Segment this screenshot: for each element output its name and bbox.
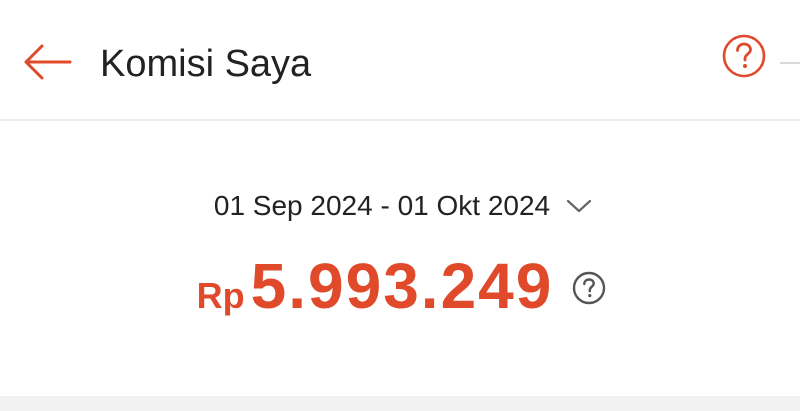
date-range-selector[interactable]: 01 Sep 2024 - 01 Okt 2024: [0, 186, 800, 226]
commission-amount: 5.993.249: [250, 250, 554, 322]
question-circle-icon: [722, 34, 766, 78]
commission-screen: Komisi Saya 01 Sep 2024 - 01 Okt 2024 Rp…: [0, 0, 800, 411]
commission-total: Rp 5.993.249: [0, 250, 800, 322]
currency-label: Rp: [196, 275, 245, 316]
chevron-down-icon: [564, 195, 594, 217]
page-title: Komisi Saya: [100, 43, 312, 85]
arrow-left-icon: [24, 44, 72, 80]
amount-info-button[interactable]: [571, 270, 607, 306]
top-app-bar: Komisi Saya: [0, 0, 800, 121]
question-circle-icon: [573, 271, 606, 305]
date-range-label: 01 Sep 2024 - 01 Okt 2024: [213, 190, 551, 221]
edge-divider: [780, 62, 800, 64]
help-button[interactable]: [718, 30, 770, 82]
back-button[interactable]: [18, 34, 74, 90]
section-divider: [0, 396, 800, 411]
